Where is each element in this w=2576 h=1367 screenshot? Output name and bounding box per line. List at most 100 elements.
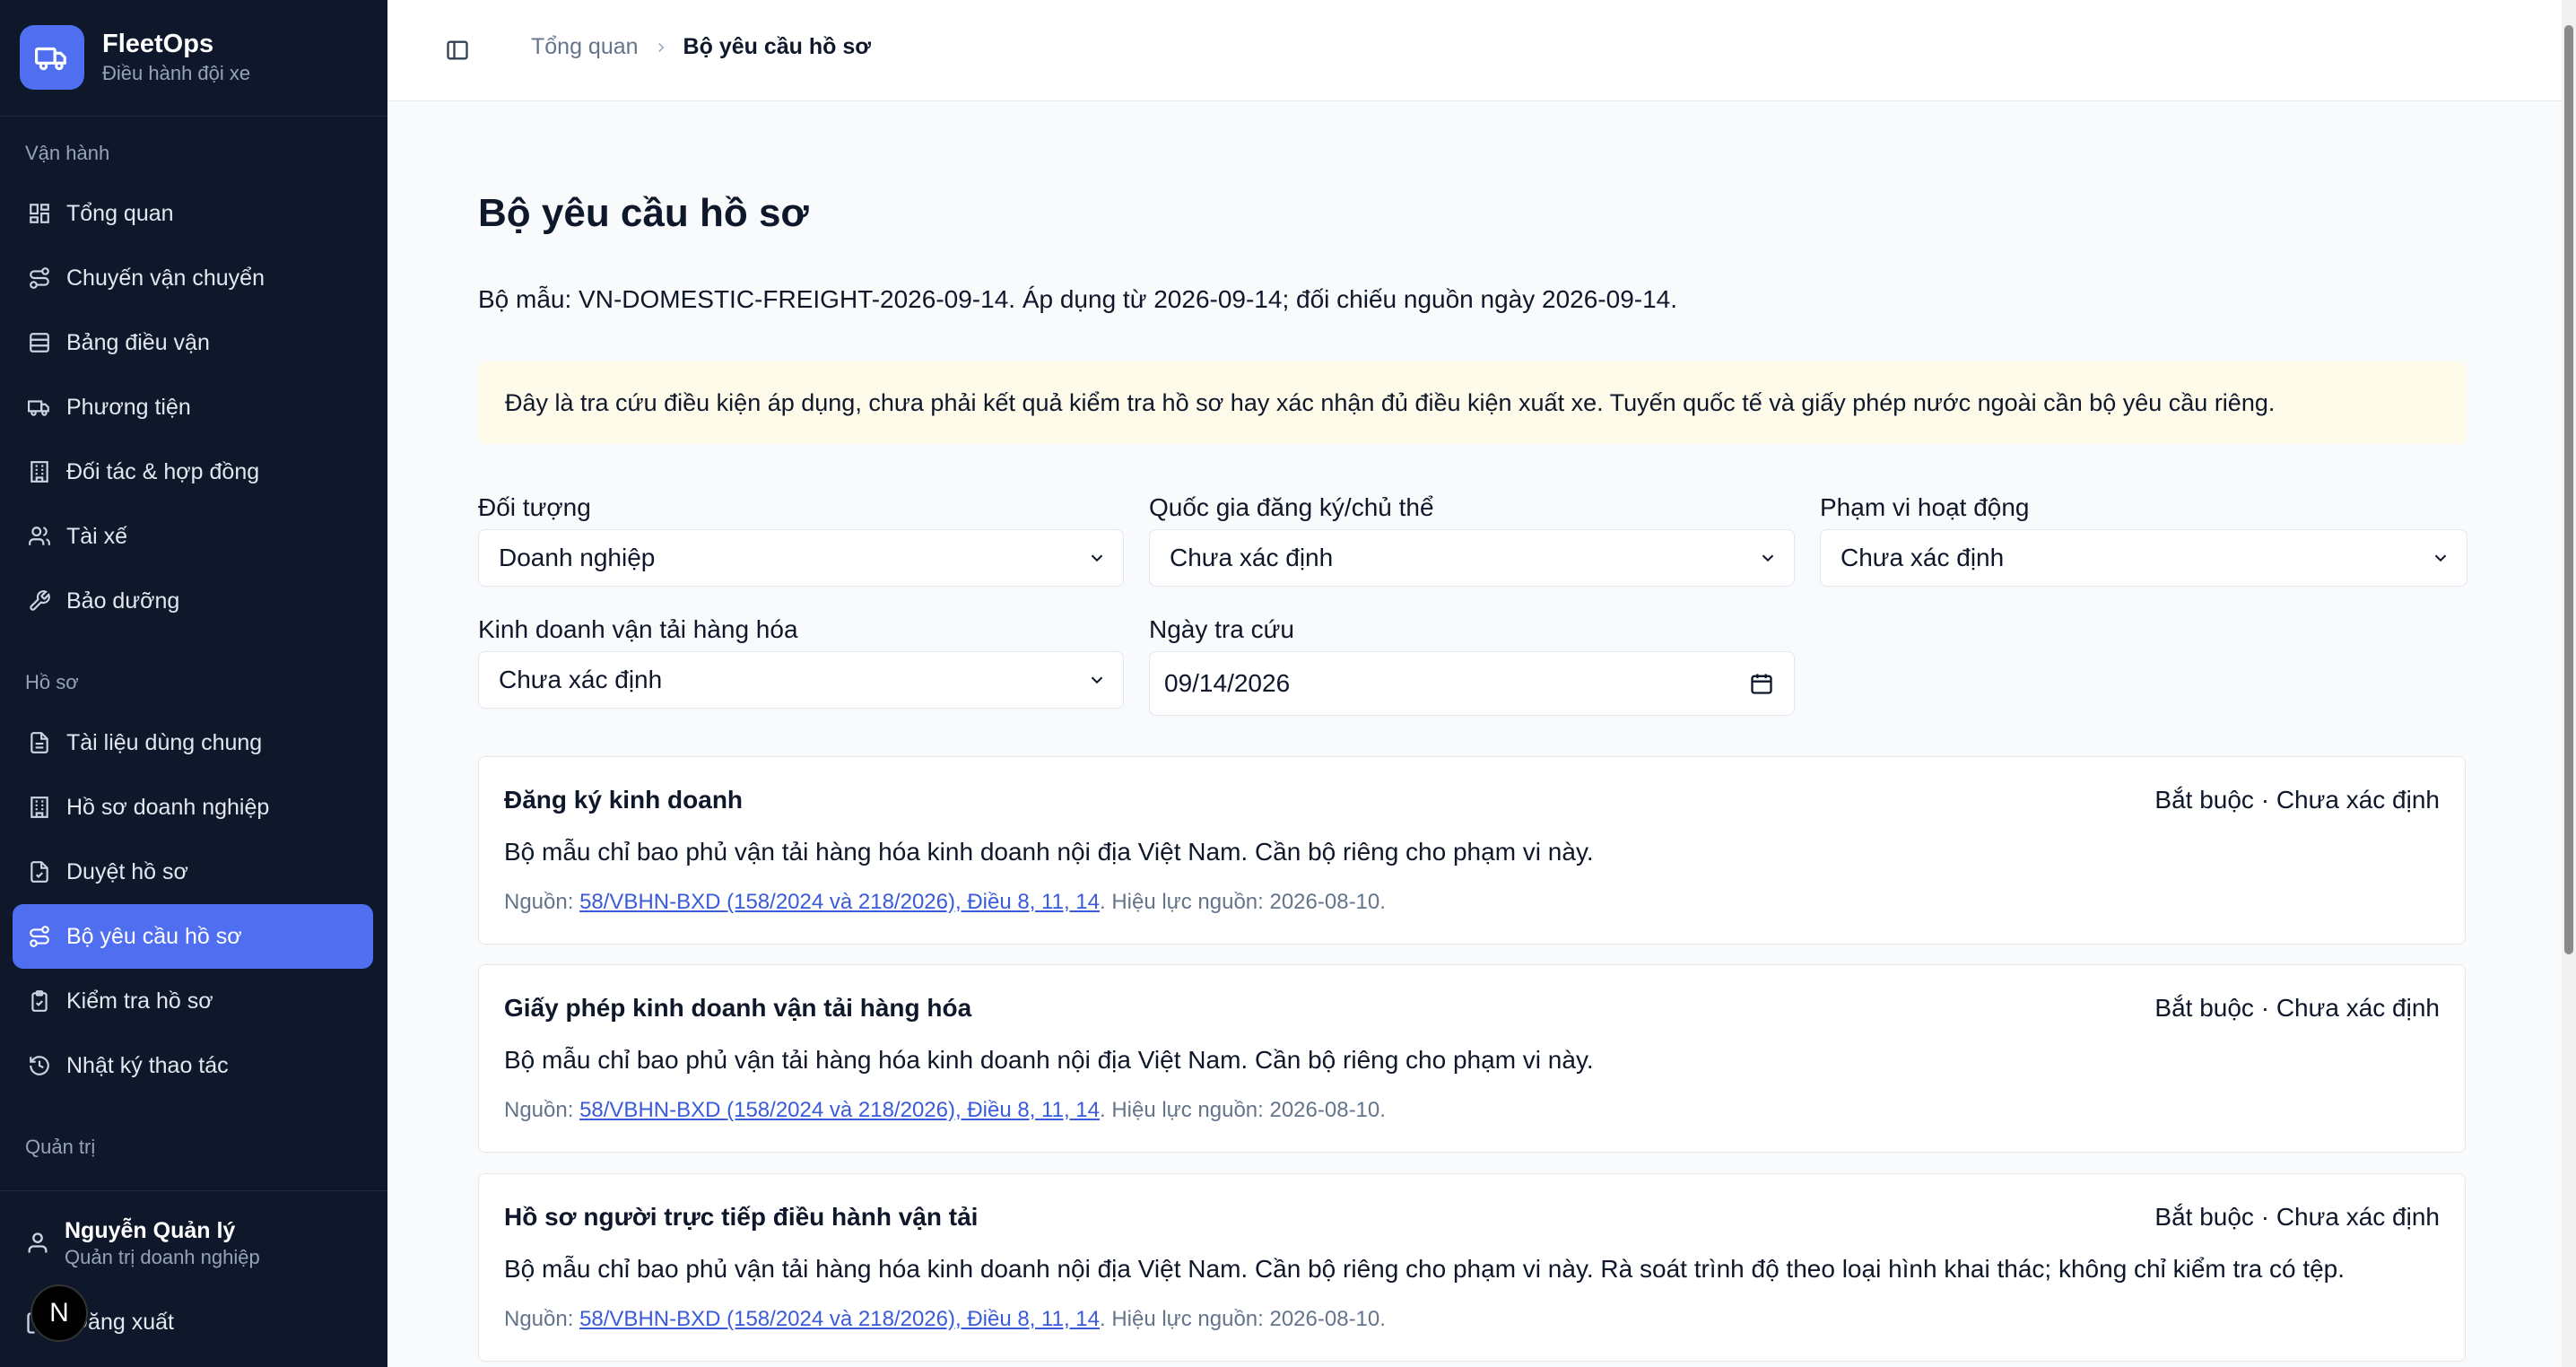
country-select[interactable]: Chưa xác định: [1149, 529, 1795, 587]
sidebar-item-audit-log[interactable]: Nhật ký thao tác: [13, 1033, 373, 1098]
user-name: Nguyễn Quản lý: [65, 1218, 236, 1243]
wrench-icon: [27, 588, 52, 614]
sidebar-item-label: Bộ yêu cầu hồ sơ: [66, 923, 242, 949]
sidebar-item-company-profile[interactable]: Hồ sơ doanh nghiệp: [13, 775, 373, 840]
building-icon: [27, 459, 52, 484]
country-select-value: Chưa xác định: [1170, 544, 1334, 571]
requirement-description: Bộ mẫu chỉ bao phủ vận tải hàng hóa kinh…: [504, 1046, 1594, 1074]
source-prefix: Nguồn:: [504, 1307, 580, 1331]
source-prefix: Nguồn:: [504, 1098, 580, 1122]
truck-icon: [27, 395, 52, 420]
sidebar-item-vehicles[interactable]: Phương tiện: [13, 375, 373, 440]
chevron-down-icon: [1087, 548, 1107, 568]
divider: [0, 1190, 387, 1191]
app-subtitle: Điều hành đội xe: [102, 62, 251, 84]
calendar-icon[interactable]: [1749, 671, 1774, 696]
sidebar-item-drivers[interactable]: Tài xế: [13, 504, 373, 569]
history-icon: [27, 1053, 52, 1078]
sidebar-item-maintenance[interactable]: Bảo dưỡng: [13, 569, 373, 633]
requirement-card: Đăng ký kinh doanh Bắt buộc · Chưa xác đ…: [478, 756, 2466, 945]
sidebar-item-label: Nhật ký thao tác: [66, 1052, 229, 1078]
sidebar-item-label: Kiểm tra hồ sơ: [66, 988, 213, 1014]
chevron-down-icon: [2431, 548, 2450, 568]
source-suffix: . Hiệu lực nguồn: 2026-08-10.: [1099, 890, 1386, 914]
user-profile[interactable]: Nguyễn Quản lý Quản trị doanh nghiệp: [25, 1216, 260, 1270]
lookup-date-value: 09/14/2026: [1164, 669, 1291, 697]
sidebar-item-label: Tổng quan: [66, 200, 174, 226]
building-icon: [27, 795, 52, 820]
breadcrumb-current: Bộ yêu cầu hồ sơ: [683, 34, 872, 59]
sidebar-item-review[interactable]: Duyệt hồ sơ: [13, 840, 373, 904]
topbar: Tổng quan Bộ yêu cầu hồ sơ: [387, 0, 2562, 101]
route-icon: [27, 266, 52, 291]
sidebar-item-shared-docs[interactable]: Tài liệu dùng chung: [13, 710, 373, 775]
breadcrumb-link-overview[interactable]: Tổng quan: [531, 34, 639, 60]
page-title: Bộ yêu cầu hồ sơ: [478, 191, 809, 235]
subject-select[interactable]: Doanh nghiệp: [478, 529, 1124, 587]
section-label-admin: Quản trị: [25, 1136, 96, 1158]
sidebar-item-label: Bảng điều vận: [66, 329, 210, 355]
user-role: Quản trị doanh nghiệp: [65, 1246, 260, 1268]
source-prefix: Nguồn:: [504, 890, 580, 914]
source-link[interactable]: 58/VBHN-BXD (158/2024 và 218/2026), Điều…: [579, 1307, 1100, 1331]
main-content: Bộ yêu cầu hồ sơ Bộ mẫu: VN-DOMESTIC-FRE…: [387, 101, 2562, 1367]
app-title: FleetOps: [102, 30, 214, 58]
sidebar-toggle-button[interactable]: [439, 34, 475, 66]
route-icon: [27, 924, 52, 949]
chevron-right-icon: [653, 39, 669, 56]
freight-business-select-value: Chưa xác định: [499, 666, 663, 693]
sidebar-item-label: Đối tác & hợp đồng: [66, 458, 260, 484]
truck-logo-icon: [20, 25, 84, 90]
notice-text: Đây là tra cứu điều kiện áp dụng, chưa p…: [505, 388, 2276, 416]
sidebar-item-dispatch-board[interactable]: Bảng điều vận: [13, 310, 373, 375]
source-suffix: . Hiệu lực nguồn: 2026-08-10.: [1099, 1098, 1386, 1122]
template-info: Bộ mẫu: VN-DOMESTIC-FREIGHT-2026-09-14. …: [478, 285, 1678, 313]
page-scrollbar[interactable]: [2562, 0, 2576, 1367]
divider: [0, 116, 387, 117]
scope-label: Phạm vi hoạt động: [1820, 493, 2030, 521]
requirement-title: Đăng ký kinh doanh: [504, 786, 744, 814]
chevron-down-icon: [1087, 670, 1107, 690]
scrollbar-thumb[interactable]: [2564, 25, 2573, 954]
brand[interactable]: FleetOps Điều hành đội xe: [20, 23, 250, 91]
source-suffix: . Hiệu lực nguồn: 2026-08-10.: [1099, 1307, 1386, 1331]
dashboard-icon: [27, 201, 52, 226]
file-icon: [27, 730, 52, 755]
requirement-card: Giấy phép kinh doanh vận tải hàng hóa Bắ…: [478, 964, 2466, 1153]
lookup-date-label: Ngày tra cứu: [1149, 615, 1294, 643]
sidebar: FleetOps Điều hành đội xe Vận hành Tổng …: [0, 0, 387, 1367]
sidebar-item-partners[interactable]: Đối tác & hợp đồng: [13, 440, 373, 504]
scope-select-value: Chưa xác định: [1841, 544, 2005, 571]
source-link[interactable]: 58/VBHN-BXD (158/2024 và 218/2026), Điều…: [579, 1098, 1100, 1122]
section-label-records: Hồ sơ: [25, 671, 79, 693]
requirement-card: Hồ sơ người trực tiếp điều hành vận tải …: [478, 1173, 2466, 1362]
sidebar-item-label: Phương tiện: [66, 394, 191, 420]
sidebar-item-requirement-sets[interactable]: Bộ yêu cầu hồ sơ: [13, 904, 373, 969]
freight-business-select[interactable]: Chưa xác định: [478, 651, 1124, 709]
breadcrumb: Tổng quan Bộ yêu cầu hồ sơ: [531, 34, 871, 60]
scope-select[interactable]: Chưa xác định: [1820, 529, 2467, 587]
sidebar-item-label: Hồ sơ doanh nghiệp: [66, 794, 270, 820]
user-icon: [25, 1231, 50, 1256]
requirement-description: Bộ mẫu chỉ bao phủ vận tải hàng hóa kinh…: [504, 1255, 2345, 1283]
sidebar-item-overview[interactable]: Tổng quan: [13, 181, 373, 246]
lookup-date-input[interactable]: 09/14/2026: [1149, 651, 1795, 716]
sidebar-item-check[interactable]: Kiểm tra hồ sơ: [13, 969, 373, 1033]
clipboard-check-icon: [27, 988, 52, 1014]
source-link[interactable]: 58/VBHN-BXD (158/2024 và 218/2026), Điều…: [579, 890, 1100, 914]
sidebar-item-label: Tài xế: [66, 523, 128, 549]
section-label-operations: Vận hành: [25, 142, 110, 164]
sidebar-item-trips[interactable]: Chuyến vận chuyển: [13, 246, 373, 310]
users-icon: [27, 524, 52, 549]
requirement-source: Nguồn: 58/VBHN-BXD (158/2024 và 218/2026…: [504, 1307, 1386, 1332]
requirement-source: Nguồn: 58/VBHN-BXD (158/2024 và 218/2026…: [504, 1098, 1386, 1123]
sidebar-item-label: Tài liệu dùng chung: [66, 729, 263, 755]
requirement-source: Nguồn: 58/VBHN-BXD (158/2024 và 218/2026…: [504, 890, 1386, 915]
sidebar-item-label: Bảo dưỡng: [66, 588, 180, 614]
country-label: Quốc gia đăng ký/chủ thể: [1149, 493, 1434, 521]
chevron-down-icon: [1758, 548, 1778, 568]
dev-tools-badge[interactable]: N: [30, 1284, 88, 1342]
requirement-status: Bắt buộc · Chưa xác định: [2154, 994, 2440, 1022]
panel-left-icon: [445, 38, 470, 63]
sidebar-item-label: Duyệt hồ sơ: [66, 858, 188, 884]
